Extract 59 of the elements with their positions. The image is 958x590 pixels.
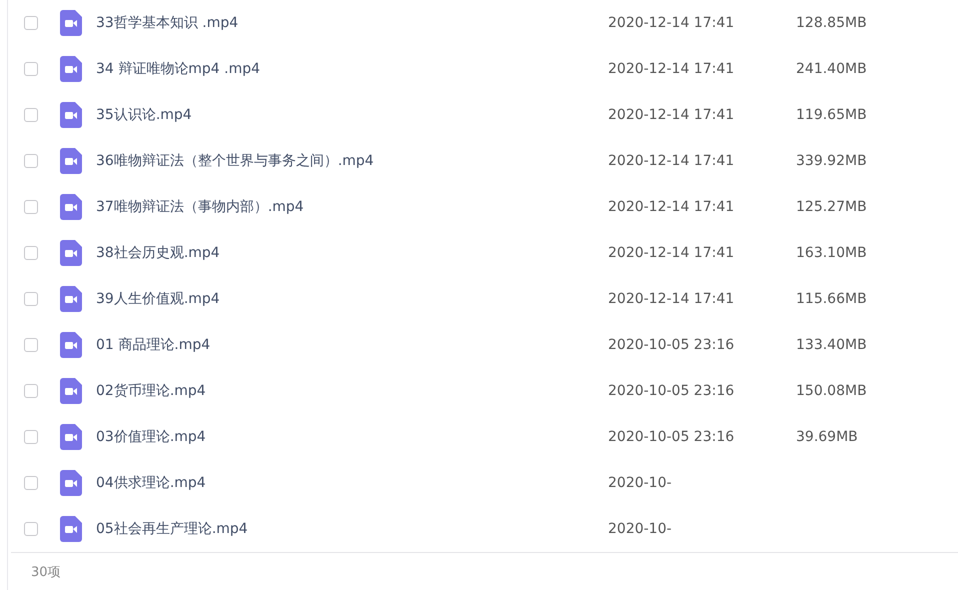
modified-date: 2020-10- xyxy=(608,475,673,491)
video-file-icon xyxy=(60,148,82,174)
checkbox[interactable] xyxy=(24,522,38,536)
modified-date: 2020-12-14 17:41 xyxy=(608,245,736,261)
video-file-icon xyxy=(60,56,82,82)
modified-date: 2020-12-14 17:41 xyxy=(608,15,736,31)
checkbox[interactable] xyxy=(24,292,38,306)
file-name[interactable]: 02货币理论.mp4 xyxy=(96,382,608,400)
modified-date: 2020-12-14 17:41 xyxy=(608,199,736,215)
checkbox[interactable] xyxy=(24,200,38,214)
file-size: 241.40MB xyxy=(796,61,867,77)
file-name[interactable]: 38社会历史观.mp4 xyxy=(96,244,608,262)
modified-date: 2020-10- xyxy=(608,521,673,537)
modified-date: 2020-10-05 23:16 xyxy=(608,383,736,399)
file-size: 150.08MB xyxy=(796,383,867,399)
modified-date: 2020-10-05 23:16 xyxy=(608,429,736,445)
file-size: 128.85MB xyxy=(796,15,867,31)
checkbox[interactable] xyxy=(24,246,38,260)
file-name[interactable]: 34 辩证唯物论mp4 .mp4 xyxy=(96,60,608,78)
checkbox[interactable] xyxy=(24,16,38,30)
file-size: 163.10MB xyxy=(796,245,867,261)
checkbox[interactable] xyxy=(24,62,38,76)
checkbox[interactable] xyxy=(24,476,38,490)
file-size: 125.27MB xyxy=(796,199,867,215)
checkbox[interactable] xyxy=(24,384,38,398)
modified-date: 2020-10-05 23:16 xyxy=(608,337,736,353)
modified-date: 2020-12-14 17:41 xyxy=(608,61,736,77)
file-size: 339.92MB xyxy=(796,153,867,169)
video-file-icon xyxy=(60,10,82,36)
video-file-icon xyxy=(60,102,82,128)
checkbox[interactable] xyxy=(24,430,38,444)
file-name[interactable]: 03价值理论.mp4 xyxy=(96,428,608,446)
video-file-icon xyxy=(60,516,82,542)
video-file-icon xyxy=(60,286,82,312)
video-file-icon xyxy=(60,240,82,266)
file-name[interactable]: 01 商品理论.mp4 xyxy=(96,336,608,354)
video-file-icon xyxy=(60,332,82,358)
file-size: 119.65MB xyxy=(796,107,867,123)
file-name[interactable]: 39人生价值观.mp4 xyxy=(96,290,608,308)
checkbox[interactable] xyxy=(24,154,38,168)
file-size: 115.66MB xyxy=(796,291,867,307)
video-file-icon xyxy=(60,470,82,496)
file-name[interactable]: 33哲学基本知识 .mp4 xyxy=(96,14,608,32)
video-file-icon xyxy=(60,378,82,404)
checkbox[interactable] xyxy=(24,108,38,122)
file-name[interactable]: 05社会再生产理论.mp4 xyxy=(96,520,608,538)
modified-date: 2020-12-14 17:41 xyxy=(608,153,736,169)
file-size: 133.40MB xyxy=(796,337,867,353)
file-name[interactable]: 04供求理论.mp4 xyxy=(96,474,608,492)
file-name[interactable]: 37唯物辩证法（事物内部）.mp4 xyxy=(96,198,608,216)
video-file-icon xyxy=(60,424,82,450)
file-size: 39.69MB xyxy=(796,429,858,445)
file-name[interactable]: 36唯物辩证法（整个世界与事务之间）.mp4 xyxy=(96,152,608,170)
item-count: 30项 xyxy=(31,564,61,580)
modified-date: 2020-12-14 17:41 xyxy=(608,291,736,307)
checkbox[interactable] xyxy=(24,338,38,352)
modified-date: 2020-12-14 17:41 xyxy=(608,107,736,123)
video-file-icon xyxy=(60,194,82,220)
file-name[interactable]: 35认识论.mp4 xyxy=(96,106,608,124)
